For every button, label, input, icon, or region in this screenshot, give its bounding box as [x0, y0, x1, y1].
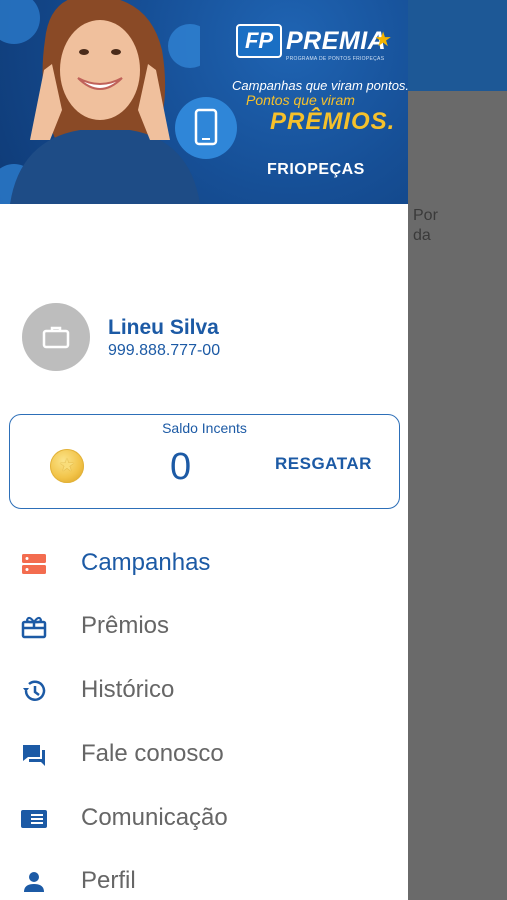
brand-subtitle: PROGRAMA DE PONTOS FRIOPEÇAS	[286, 56, 385, 62]
banner-person-image	[0, 0, 200, 204]
navigation-drawer: FP PREMIA ★ PROGRAMA DE PONTOS FRIOPEÇAS…	[0, 0, 408, 900]
phone-icon	[175, 97, 237, 159]
brand-fp: FP	[236, 24, 282, 58]
fp-premia-logo: FP PREMIA ★	[236, 24, 392, 58]
banner-tagline-2: Pontos que viram	[246, 92, 355, 108]
briefcase-icon	[42, 326, 70, 349]
user-name: Lineu Silva	[108, 316, 219, 339]
balance-value: 0	[170, 446, 192, 488]
banner-tagline-1: Campanhas que viram pontos.	[232, 78, 408, 93]
menu-item-label: Prêmios	[81, 612, 170, 639]
menu-item-comunicacao[interactable]: Comunicação	[0, 792, 408, 844]
coin-icon: ★	[50, 449, 84, 483]
menu-item-label: Perfil	[81, 867, 136, 894]
campaigns-icon	[22, 554, 46, 574]
chat-icon	[23, 745, 45, 766]
newsletter-icon	[21, 810, 47, 828]
background-app-bar	[408, 0, 507, 91]
balance-card: Saldo Incents ★ 0 RESGATAR	[9, 414, 400, 509]
redeem-button[interactable]: RESGATAR	[275, 454, 372, 474]
person-icon	[24, 872, 44, 892]
balance-title: Saldo Incents	[162, 420, 247, 436]
menu-item-historico[interactable]: Histórico	[0, 664, 408, 716]
background-snippet-text: Por da	[413, 207, 438, 244]
star-icon: ★	[374, 29, 392, 51]
company-name: FRIOPEÇAS	[267, 161, 365, 178]
menu-item-label: Fale conosco	[81, 740, 224, 767]
history-icon	[23, 680, 46, 701]
menu-item-fale-conosco[interactable]: Fale conosco	[0, 728, 408, 780]
promo-banner: FP PREMIA ★ PROGRAMA DE PONTOS FRIOPEÇAS…	[0, 0, 408, 204]
menu-item-label: Campanhas	[81, 549, 211, 576]
avatar	[22, 303, 90, 371]
menu-item-label: Comunicação	[81, 804, 228, 831]
brand-name: PREMIA	[286, 27, 387, 55]
menu-item-perfil[interactable]: Perfil	[0, 855, 408, 900]
menu-item-campanhas[interactable]: Campanhas	[0, 537, 408, 589]
user-document: 999.888.777-00	[108, 342, 221, 359]
menu-item-premios[interactable]: Prêmios	[0, 600, 408, 652]
menu-item-label: Histórico	[81, 676, 175, 703]
gift-icon	[21, 616, 47, 639]
banner-tagline-3: PRÊMIOS.	[270, 108, 396, 135]
